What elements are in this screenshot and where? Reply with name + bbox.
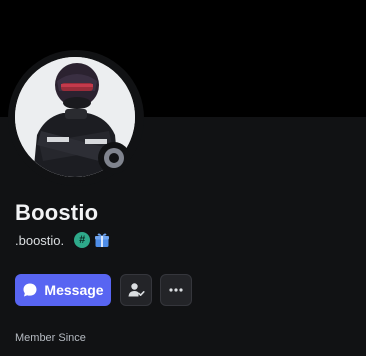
message-button[interactable]: Message xyxy=(15,274,111,306)
username[interactable]: .boostio. xyxy=(15,233,64,248)
more-icon xyxy=(169,288,183,292)
message-button-label: Message xyxy=(44,282,104,298)
offline-status-icon xyxy=(104,148,124,168)
add-friend-button[interactable] xyxy=(120,274,152,306)
chat-bubble-icon xyxy=(23,283,37,297)
hashtag-badge-icon[interactable]: # xyxy=(74,232,91,248)
gift-badge-icon[interactable] xyxy=(94,232,110,248)
more-button[interactable] xyxy=(160,274,192,306)
username-row: .boostio. # xyxy=(15,231,110,249)
member-since-heading: Member Since xyxy=(15,332,86,344)
add-friend-icon xyxy=(128,283,145,297)
display-name: Boostio xyxy=(15,200,99,225)
